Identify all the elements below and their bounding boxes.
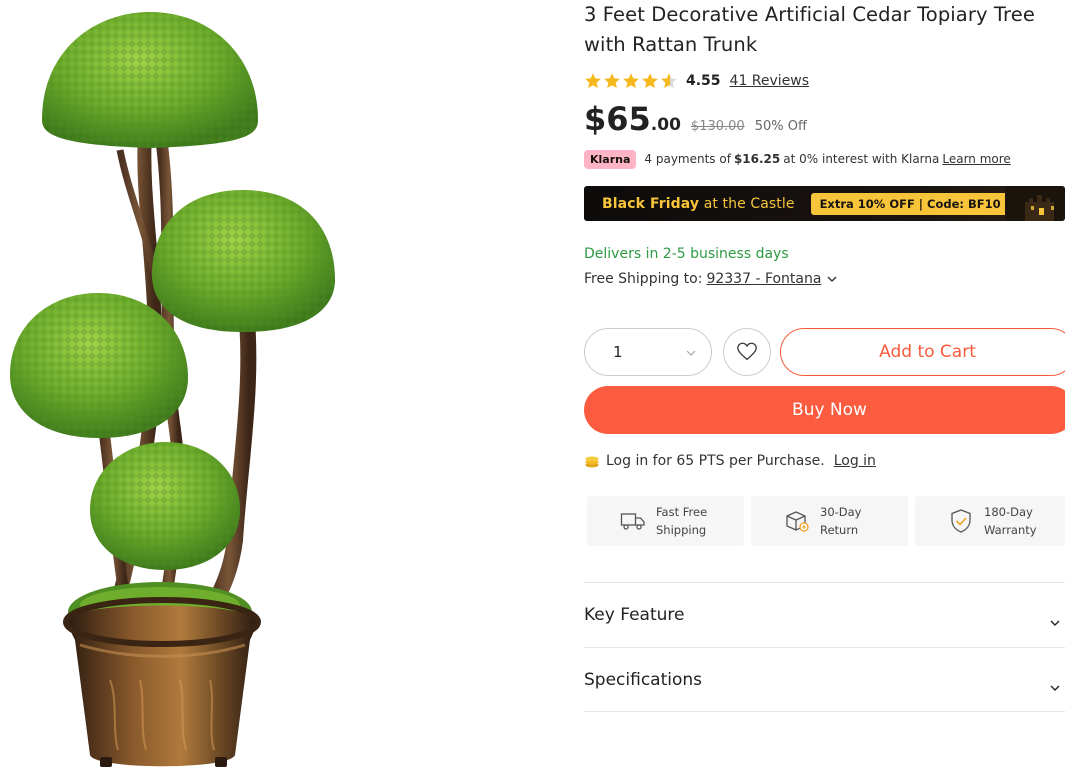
coin-stack-icon: [585, 456, 599, 468]
price-current: $65: [584, 100, 651, 138]
chevron-down-icon[interactable]: [826, 273, 838, 285]
perk-30-day-return: 30-Day Return: [751, 496, 908, 546]
truck-icon: [620, 513, 645, 530]
rating-row: 4.55 41 Reviews: [584, 70, 809, 92]
banner-headline: Black Friday at the Castle: [602, 196, 795, 212]
buy-now-button[interactable]: Buy Now: [584, 386, 1065, 434]
black-friday-banner[interactable]: Black Friday at the Castle Extra 10% OFF…: [584, 186, 1065, 221]
perk-line1: Fast Free: [656, 505, 708, 519]
add-to-cart-button[interactable]: Add to Cart: [780, 328, 1065, 376]
klarna-badge: Klarna: [584, 149, 637, 169]
accordion-specifications[interactable]: Specifications: [584, 647, 1065, 712]
points-text: Log in for 65 PTS per Purchase.: [606, 453, 825, 469]
perk-line2: Warranty: [984, 523, 1037, 537]
castle-icon: [1005, 186, 1065, 221]
accordion-title: Specifications: [584, 669, 703, 690]
reviews-link[interactable]: 41 Reviews: [730, 73, 810, 89]
klarna-amount: $16.25: [733, 152, 781, 166]
shipping-row: Free Shipping to: 92337 - Fontana: [584, 271, 838, 287]
return-box-icon: [786, 511, 809, 532]
chevron-down-icon: [1050, 685, 1060, 691]
star-rating: [584, 72, 678, 90]
delivery-estimate: Delivers in 2-5 business days: [584, 246, 789, 262]
heart-icon: [737, 342, 757, 361]
price-row: $65 .00 $130.00 50% Off: [584, 100, 807, 140]
wishlist-button[interactable]: [723, 328, 771, 376]
perk-line2: Shipping: [656, 523, 707, 537]
topiary-illustration: [10, 12, 335, 767]
rating-value: 4.55: [686, 73, 721, 89]
perk-fast-free-shipping: Fast Free Shipping: [587, 496, 744, 546]
star-icon: [585, 73, 601, 89]
banner-headline-rest: at the Castle: [699, 195, 795, 212]
perk-line1: 180-Day: [984, 505, 1033, 519]
klarna-text-prefix: 4 payments of: [644, 152, 731, 166]
banner-headline-bold: Black Friday: [602, 195, 700, 212]
price-cents: .00: [650, 115, 681, 135]
perk-line2: Return: [820, 523, 859, 537]
zip-selector[interactable]: 92337 - Fontana: [706, 271, 821, 287]
shield-check-icon: [951, 509, 971, 533]
quantity-selector[interactable]: 1: [584, 328, 712, 376]
discount-label: 50% Off: [754, 119, 807, 134]
login-link[interactable]: Log in: [834, 453, 876, 469]
points-row: Log in for 65 PTS per Purchase. Log in: [584, 453, 876, 469]
perk-line1: 30-Day: [820, 505, 862, 519]
accordion-key-feature[interactable]: Key Feature: [584, 582, 1065, 647]
chevron-down-icon: [686, 350, 696, 356]
half-star-icon: [661, 73, 677, 89]
klarna-row: Klarna 4 payments of $16.25 at 0% intere…: [584, 148, 1011, 170]
star-icon: [604, 73, 620, 89]
banner-promo-code: Extra 10% OFF | Code: BF10: [810, 192, 1010, 215]
product-info: 3 Feet Decorative Artificial Cedar Topia…: [584, 0, 1065, 773]
accordion-title: Key Feature: [584, 605, 685, 625]
klarna-text-suffix: at 0% interest with Klarna: [783, 152, 940, 166]
perk-180-day-warranty: 180-Day Warranty: [915, 496, 1065, 546]
quantity-value: 1: [613, 343, 623, 361]
shipping-label: Free Shipping to:: [584, 271, 703, 287]
product-image: [0, 0, 560, 773]
klarna-learn-more-link[interactable]: Learn more: [942, 152, 1010, 166]
perks-row: Fast Free Shipping 30-Day Return 180-Day…: [587, 496, 1065, 546]
star-icon: [642, 73, 658, 89]
chevron-down-icon: [1050, 620, 1060, 626]
star-icon: [623, 73, 639, 89]
price-original: $130.00: [690, 119, 745, 134]
product-title: 3 Feet Decorative Artificial Cedar Topia…: [584, 3, 1035, 56]
